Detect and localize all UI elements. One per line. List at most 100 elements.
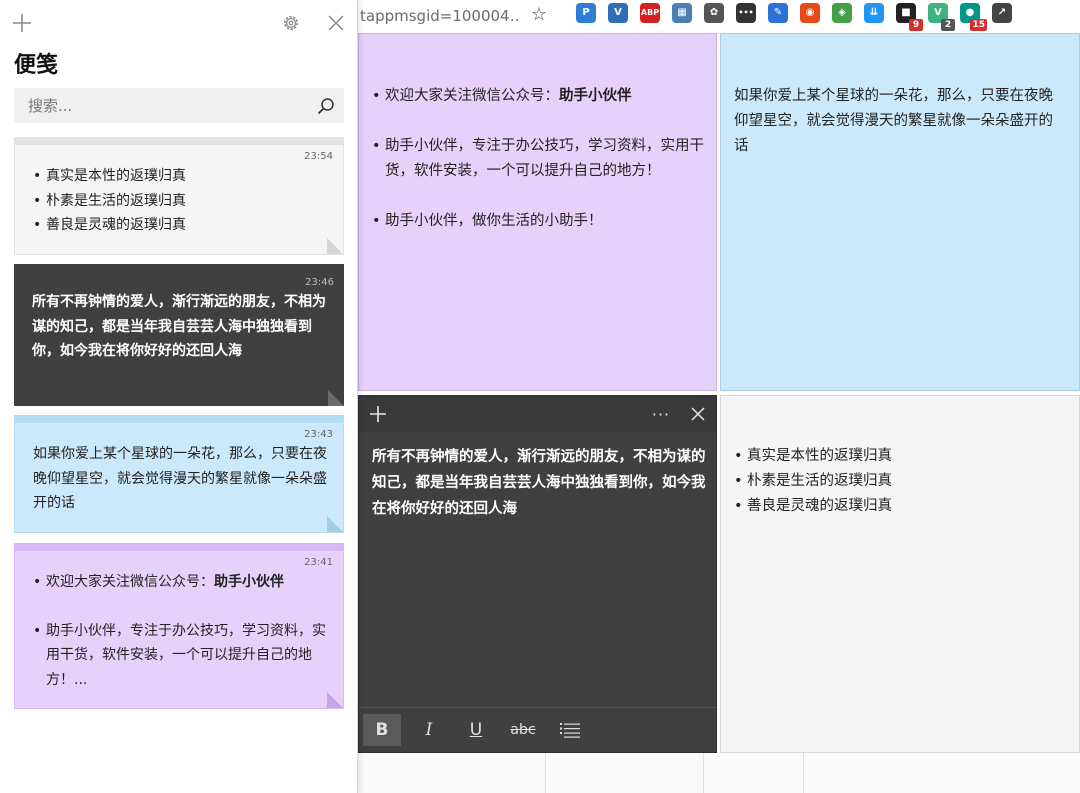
extension-badge: 2 [941, 19, 955, 31]
globe-extension-icon[interactable]: ● 15 [960, 3, 987, 31]
new-note-button[interactable] [363, 399, 393, 429]
italic-icon: I [425, 720, 433, 740]
search-input[interactable] [14, 88, 308, 123]
extension-badge: 9 [909, 19, 923, 31]
pin-extension-icon[interactable]: ◉ [800, 3, 820, 23]
close-panel-button[interactable] [321, 8, 351, 38]
bold-icon: B [375, 720, 389, 740]
note-timestamp: 23:54 [304, 151, 333, 162]
note-title-bar[interactable]: ··· [359, 396, 716, 432]
note-line: 真实是本性的返璞归真 [734, 444, 1064, 469]
bold-button[interactable]: B [363, 714, 401, 746]
note-timestamp: 23:43 [304, 429, 333, 440]
underline-button[interactable]: U [457, 714, 495, 746]
notes-list-panel: 便笺 23:54 真实是本性的返璞归真 朴素是生活的返璞归真 善良是灵魂的返璞归… [0, 0, 358, 793]
note-line: 助手小伙伴，专注于办公技巧，学习资料，实用干货，软件安装，一个可以提升自己的地方… [33, 619, 329, 693]
panel-title: 便笺 [14, 53, 59, 78]
plus-icon [13, 14, 31, 32]
note-line: 真实是本性的返璞归真 [33, 164, 333, 189]
note-body[interactable]: 欢迎大家关注微信公众号：助手小伙伴 助手小伙伴，专注于办公技巧，学习资料，实用干… [372, 84, 707, 234]
note-text: 所有不再钟情的爱人，渐行渐远的朋友，不相为谋的知己，都是当年我自芸芸人海中独独看… [32, 294, 326, 359]
plus-icon [370, 406, 386, 422]
note-card-blue[interactable]: 23:43 如果你爱上某个星球的一朵花，那么，只要在夜晚仰望星空，就会觉得漫天的… [14, 415, 344, 533]
search-box [14, 88, 344, 123]
card-color-band [15, 138, 343, 145]
note-bold-text: 助手小伙伴 [559, 88, 632, 104]
bookmark-star-icon[interactable]: ☆ [528, 3, 550, 27]
vue-extension-icon[interactable]: V2 [928, 3, 955, 31]
ellipsis-icon: ··· [651, 404, 671, 424]
background-divider [803, 752, 804, 793]
card-preview: 欢迎大家关注微信公众号：助手小伙伴 助手小伙伴，专注于办公技巧，学习资料，实用干… [33, 570, 329, 692]
bullet-list-button[interactable] [551, 714, 589, 746]
abp-extension-icon[interactable]: ABP [640, 3, 660, 23]
note-timestamp: 23:41 [304, 557, 333, 568]
list-icon [560, 723, 580, 738]
card-color-band [14, 264, 344, 271]
note-line: 欢迎大家关注微信公众号：助手小伙伴 [33, 570, 329, 595]
note-line: 善良是灵魂的返璞归真 [734, 494, 1064, 519]
format-toolbar: B I U abc [359, 707, 716, 752]
gear-icon [284, 16, 298, 30]
note-text: 如果你爱上某个星球的一朵花，那么，只要在夜晚仰望星空，就会觉得漫天的繁星就像一朵… [734, 88, 1053, 154]
settings-button[interactable] [276, 8, 306, 38]
page-curl-icon [327, 516, 343, 532]
more-options-button[interactable]: ··· [646, 399, 676, 429]
background-page-bottom [358, 752, 1080, 793]
close-icon [691, 407, 705, 421]
close-icon [328, 15, 344, 31]
card-preview: 如果你爱上某个星球的一朵花，那么，只要在夜晚仰望星空，就会觉得漫天的繁星就像一朵… [33, 442, 329, 516]
paw-extension-icon[interactable]: ✿ [704, 3, 724, 23]
strikethrough-icon: abc [510, 722, 536, 738]
card-preview: 真实是本性的返璞归真 朴素是生活的返璞归真 善良是灵魂的返璞归真 [33, 164, 333, 238]
card-color-band [15, 416, 343, 423]
background-divider [545, 752, 546, 793]
mail-extension-icon[interactable]: ■ 9 [896, 3, 923, 31]
page-curl-icon [328, 390, 344, 406]
new-note-button[interactable] [7, 8, 37, 38]
background-divider [703, 752, 704, 793]
dots-extension-icon[interactable]: ••• [736, 3, 756, 23]
page-curl-icon [327, 692, 343, 708]
p-extension-icon[interactable]: P [576, 3, 596, 23]
swatch-extension-icon[interactable]: ◈ [832, 3, 852, 23]
note-text: 如果你爱上某个星球的一朵花，那么，只要在夜晚仰望星空，就会觉得漫天的繁星就像一朵… [33, 446, 327, 511]
pen-extension-icon[interactable]: ✎ [768, 3, 788, 23]
note-card-purple[interactable]: 23:41 欢迎大家关注微信公众号：助手小伙伴 助手小伙伴，专注于办公技巧，学习… [14, 543, 344, 709]
page-curl-icon [327, 238, 343, 254]
note-line: 欢迎大家关注微信公众号：助手小伙伴 [372, 84, 707, 109]
note-text: 所有不再钟情的爱人，渐行渐远的朋友，不相为谋的知己，都是当年我自芸芸人海中独独看… [372, 449, 706, 517]
save-extension-icon[interactable]: ⇊ [864, 3, 884, 23]
sticky-note-dark[interactable]: ··· 所有不再钟情的爱人，渐行渐远的朋友，不相为谋的知己，都是当年我自芸芸人海… [358, 395, 717, 753]
note-text: 欢迎大家关注微信公众号： [385, 88, 559, 104]
chart-extension-icon[interactable]: ↗ [992, 3, 1012, 23]
note-bold-text: 助手小伙伴 [214, 574, 284, 590]
browser-url-fragment[interactable]: tappmsgid=100004… [360, 4, 520, 28]
sticky-note-white[interactable]: 真实是本性的返璞归真 朴素是生活的返璞归真 善良是灵魂的返璞归真 [720, 395, 1080, 753]
note-card-white[interactable]: 23:54 真实是本性的返璞归真 朴素是生活的返璞归真 善良是灵魂的返璞归真 [14, 137, 344, 255]
note-line: 朴素是生活的返璞归真 [33, 189, 333, 214]
note-line: 朴素是生活的返璞归真 [734, 469, 1064, 494]
strikethrough-button[interactable]: abc [504, 714, 542, 746]
note-body[interactable]: 真实是本性的返璞归真 朴素是生活的返璞归真 善良是灵魂的返璞归真 [734, 444, 1064, 519]
sticky-note-purple[interactable]: 欢迎大家关注微信公众号：助手小伙伴 助手小伙伴，专注于办公技巧，学习资料，实用干… [358, 33, 717, 391]
underline-icon: U [469, 720, 483, 740]
close-note-button[interactable] [683, 399, 713, 429]
search-icon [317, 98, 334, 115]
search-button[interactable] [314, 94, 338, 118]
panel-title-bar [0, 0, 358, 44]
note-body[interactable]: 所有不再钟情的爱人，渐行渐远的朋友，不相为谋的知己，都是当年我自芸芸人海中独独看… [372, 444, 707, 522]
italic-button[interactable]: I [410, 714, 448, 746]
note-line: 助手小伙伴，专注于办公技巧，学习资料，实用干货，软件安装，一个可以提升自己的地方… [372, 134, 707, 184]
note-text: 欢迎大家关注微信公众号： [46, 574, 214, 590]
note-line: 助手小伙伴，做你生活的小助手！ [372, 209, 707, 234]
extension-bar: P V ABP ▦ ✿ ••• ✎ ◉ ◈ ⇊ ■ 9 V 2 ● 15 ↗ [576, 3, 1012, 31]
v-extension-icon[interactable]: V [608, 3, 628, 23]
extension-badge: 15 [970, 19, 987, 31]
card-preview: 所有不再钟情的爱人，渐行渐远的朋友，不相为谋的知己，都是当年我自芸芸人海中独独看… [32, 290, 328, 364]
note-body[interactable]: 如果你爱上某个星球的一朵花，那么，只要在夜晚仰望星空，就会觉得漫天的繁星就像一朵… [734, 84, 1064, 159]
sticky-note-blue[interactable]: 如果你爱上某个星球的一朵花，那么，只要在夜晚仰望星空，就会觉得漫天的繁星就像一朵… [720, 33, 1080, 391]
note-card-dark[interactable]: 23:46 所有不再钟情的爱人，渐行渐远的朋友，不相为谋的知己，都是当年我自芸芸… [14, 264, 344, 406]
grid-extension-icon[interactable]: ▦ [672, 3, 692, 23]
note-line: 善良是灵魂的返璞归真 [33, 213, 333, 238]
